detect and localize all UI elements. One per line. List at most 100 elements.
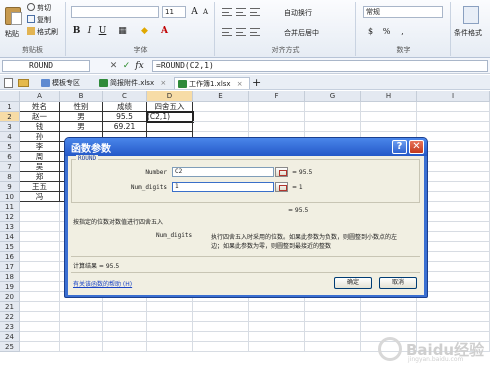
row-header[interactable]: 10 <box>0 192 20 202</box>
cell-e2[interactable] <box>193 112 249 122</box>
cell-a19[interactable] <box>20 282 60 292</box>
row-header[interactable]: 19 <box>0 282 20 292</box>
cell-i2[interactable] <box>417 112 490 122</box>
cell-a15[interactable] <box>20 242 60 252</box>
cell-c3[interactable]: 69.21 <box>103 122 147 132</box>
column-header[interactable]: B <box>60 91 103 102</box>
row-header[interactable]: 18 <box>0 272 20 282</box>
copy-button[interactable]: 复制 <box>27 15 51 26</box>
cell-a9[interactable]: 王五 <box>20 182 60 192</box>
formula-input[interactable]: =ROUND(C2,1) <box>152 60 488 72</box>
new-doc-icon[interactable] <box>4 78 13 88</box>
cell-h2[interactable] <box>361 112 417 122</box>
column-header[interactable]: H <box>361 91 417 102</box>
column-header[interactable]: A <box>20 91 60 102</box>
cell-g24[interactable] <box>305 332 361 342</box>
cell-g21[interactable] <box>305 302 361 312</box>
cell-a5[interactable]: 李 <box>20 142 60 152</box>
open-folder-icon[interactable] <box>18 79 29 87</box>
cell-h22[interactable] <box>361 312 417 322</box>
cell-c24[interactable] <box>103 332 147 342</box>
cell-a21[interactable] <box>20 302 60 312</box>
format-painter-button[interactable]: 格式刷 <box>27 27 58 38</box>
column-header[interactable]: D <box>147 91 193 102</box>
cell-b25[interactable] <box>60 342 103 352</box>
shrink-font-button[interactable]: A <box>200 7 211 18</box>
cell-i22[interactable] <box>417 312 490 322</box>
row-header[interactable]: 23 <box>0 322 20 332</box>
fill-color-icon[interactable]: ◆ <box>139 26 150 37</box>
cell-a8[interactable]: 郑 <box>20 172 60 182</box>
row-header[interactable]: 4 <box>0 132 20 142</box>
number-format-select[interactable]: 常规 <box>363 6 443 18</box>
cell-a12[interactable] <box>20 212 60 222</box>
align-right-icon[interactable] <box>250 28 260 36</box>
cell-d1[interactable]: 四舍五入 <box>147 102 193 112</box>
cell-d25[interactable] <box>147 342 193 352</box>
tab-briefing-attachment[interactable]: 简报附件.xlsx × <box>96 77 172 89</box>
row-header[interactable]: 9 <box>0 182 20 192</box>
add-tab-button[interactable]: + <box>252 76 261 89</box>
merge-center-button[interactable]: 合并后居中 <box>284 28 319 38</box>
cell-d2[interactable]: (C2,1) <box>146 111 194 123</box>
cell-d23[interactable] <box>147 322 193 332</box>
cell-a16[interactable] <box>20 252 60 262</box>
cell-b1[interactable]: 性别 <box>60 102 103 112</box>
close-tab-icon[interactable]: × <box>160 79 166 87</box>
cell-h23[interactable] <box>361 322 417 332</box>
cell-a1[interactable]: 姓名 <box>20 102 60 112</box>
cell-b22[interactable] <box>60 312 103 322</box>
row-header[interactable]: 3 <box>0 122 20 132</box>
cell-f24[interactable] <box>249 332 305 342</box>
currency-icon[interactable]: $ <box>365 26 376 37</box>
cell-a7[interactable]: 吴 <box>20 162 60 172</box>
row-header[interactable]: 24 <box>0 332 20 342</box>
cell-a14[interactable] <box>20 232 60 242</box>
cell-a2[interactable]: 赵一 <box>20 112 60 122</box>
cell-d22[interactable] <box>147 312 193 322</box>
paste-button[interactable]: 粘贴 <box>3 5 25 41</box>
close-tab-icon[interactable]: × <box>237 80 243 88</box>
column-header[interactable]: F <box>249 91 305 102</box>
row-header[interactable]: 1 <box>0 102 20 112</box>
cell-b3[interactable]: 男 <box>60 122 103 132</box>
column-header[interactable]: I <box>417 91 490 102</box>
row-header[interactable]: 5 <box>0 142 20 152</box>
cell-h21[interactable] <box>361 302 417 312</box>
grow-font-button[interactable]: A <box>189 7 200 18</box>
cell-c25[interactable] <box>103 342 147 352</box>
cell-f1[interactable] <box>249 102 305 112</box>
cell-h1[interactable] <box>361 102 417 112</box>
cell-i23[interactable] <box>417 322 490 332</box>
font-name-select[interactable] <box>71 6 159 18</box>
cell-g22[interactable] <box>305 312 361 322</box>
align-bottom-icon[interactable] <box>250 8 260 16</box>
cut-button[interactable]: 剪切 <box>27 3 51 14</box>
cell-g25[interactable] <box>305 342 361 352</box>
comma-icon[interactable]: , <box>397 26 408 37</box>
cell-a22[interactable] <box>20 312 60 322</box>
cell-g1[interactable] <box>305 102 361 112</box>
row-header[interactable]: 17 <box>0 262 20 272</box>
align-center-icon[interactable] <box>236 28 246 36</box>
conditional-format-icon[interactable] <box>463 6 479 24</box>
cell-c2[interactable]: 95.5 <box>103 112 147 122</box>
cell-e25[interactable] <box>193 342 249 352</box>
number-arg-input[interactable]: C2 <box>172 167 274 177</box>
cell-f23[interactable] <box>249 322 305 332</box>
row-header[interactable]: 14 <box>0 232 20 242</box>
cell-c1[interactable]: 成绩 <box>103 102 147 112</box>
cell-a18[interactable] <box>20 272 60 282</box>
column-header[interactable]: G <box>305 91 361 102</box>
cell-c22[interactable] <box>103 312 147 322</box>
help-icon[interactable]: ? <box>392 140 407 154</box>
italic-button[interactable]: I <box>84 26 95 37</box>
function-help-link[interactable]: 有关该函数的帮助 (H) <box>73 279 132 288</box>
row-header[interactable]: 11 <box>0 202 20 212</box>
cell-e1[interactable] <box>193 102 249 112</box>
cell-e23[interactable] <box>193 322 249 332</box>
select-all-corner[interactable] <box>0 91 20 102</box>
cell-a20[interactable] <box>20 292 60 302</box>
cell-f22[interactable] <box>249 312 305 322</box>
row-header[interactable]: 8 <box>0 172 20 182</box>
